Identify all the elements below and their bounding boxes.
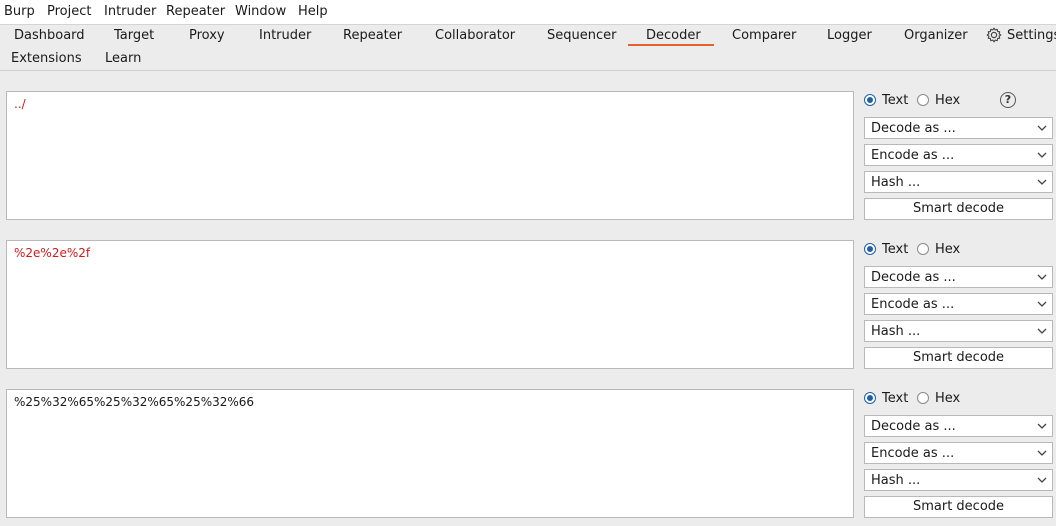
- tab-organizer[interactable]: Organizer: [904, 28, 968, 43]
- chevron-down-icon: [1037, 328, 1047, 334]
- tab-comparer[interactable]: Comparer: [732, 28, 796, 43]
- radio-hex-3[interactable]: [917, 392, 929, 404]
- encode-as-dropdown-1[interactable]: Encode as ...: [864, 144, 1053, 166]
- menu-intruder[interactable]: Intruder: [104, 4, 156, 19]
- radio-text-3[interactable]: [864, 392, 876, 404]
- menu-burp[interactable]: Burp: [4, 4, 35, 19]
- radio-hex-label-3[interactable]: Hex: [935, 391, 960, 406]
- radio-text-1[interactable]: [864, 94, 876, 106]
- radio-hex-label-1[interactable]: Hex: [935, 93, 960, 108]
- decode-as-label-3: Decode as ...: [871, 419, 956, 434]
- menu-help[interactable]: Help: [298, 4, 328, 19]
- encode-as-label-1: Encode as ...: [871, 148, 955, 163]
- decoder-input-1[interactable]: ../: [6, 91, 854, 220]
- radio-text-label-2[interactable]: Text: [882, 242, 908, 257]
- tool-tabs: Dashboard Target Proxy Intruder Repeater…: [0, 25, 1056, 71]
- chevron-down-icon: [1037, 179, 1047, 185]
- hash-dropdown-1[interactable]: Hash ...: [864, 171, 1053, 193]
- encode-as-dropdown-2[interactable]: Encode as ...: [864, 293, 1053, 315]
- tab-settings[interactable]: Settings: [1007, 28, 1056, 43]
- active-tab-indicator: [628, 44, 714, 46]
- tab-decoder[interactable]: Decoder: [646, 28, 701, 43]
- menu-repeater[interactable]: Repeater: [166, 4, 225, 19]
- tab-sequencer[interactable]: Sequencer: [547, 28, 616, 43]
- tab-dashboard[interactable]: Dashboard: [14, 28, 85, 43]
- chevron-down-icon: [1037, 477, 1047, 483]
- chevron-down-icon: [1037, 301, 1047, 307]
- radio-text-label-1[interactable]: Text: [882, 93, 908, 108]
- smart-decode-button-1[interactable]: Smart decode: [864, 198, 1053, 220]
- chevron-down-icon: [1037, 274, 1047, 280]
- tab-intruder[interactable]: Intruder: [259, 28, 311, 43]
- hash-label-1: Hash ...: [871, 175, 921, 190]
- decoder-text-3: %25%32%65%25%32%65%25%32%66: [14, 395, 255, 409]
- chevron-down-icon: [1037, 152, 1047, 158]
- radio-text-label-3[interactable]: Text: [882, 391, 908, 406]
- hash-dropdown-2[interactable]: Hash ...: [864, 320, 1053, 342]
- decoder-text-1: ../: [14, 97, 26, 111]
- decoder-input-2[interactable]: %2e%2e%2f: [6, 240, 854, 369]
- tab-proxy[interactable]: Proxy: [189, 28, 225, 43]
- tab-learn[interactable]: Learn: [105, 51, 141, 66]
- tab-logger[interactable]: Logger: [827, 28, 872, 43]
- decode-as-label-1: Decode as ...: [871, 121, 956, 136]
- encode-as-label-2: Encode as ...: [871, 297, 955, 312]
- tab-repeater[interactable]: Repeater: [343, 28, 402, 43]
- tab-target[interactable]: Target: [114, 28, 154, 43]
- menu-project[interactable]: Project: [47, 4, 91, 19]
- tab-collaborator[interactable]: Collaborator: [435, 28, 515, 43]
- decoder-input-3[interactable]: %25%32%65%25%32%65%25%32%66: [6, 389, 854, 518]
- radio-hex-label-2[interactable]: Hex: [935, 242, 960, 257]
- menu-window[interactable]: Window: [235, 4, 286, 19]
- decode-as-label-2: Decode as ...: [871, 270, 956, 285]
- chevron-down-icon: [1037, 125, 1047, 131]
- decode-as-dropdown-3[interactable]: Decode as ...: [864, 415, 1053, 437]
- help-icon[interactable]: ?: [1000, 92, 1016, 108]
- smart-decode-button-3[interactable]: Smart decode: [864, 496, 1053, 518]
- chevron-down-icon: [1037, 423, 1047, 429]
- radio-hex-1[interactable]: [917, 94, 929, 106]
- gear-icon[interactable]: [986, 27, 1002, 43]
- chevron-down-icon: [1037, 450, 1047, 456]
- menu-bar: Burp Project Intruder Repeater Window He…: [0, 0, 1056, 25]
- decode-as-dropdown-2[interactable]: Decode as ...: [864, 266, 1053, 288]
- hash-label-2: Hash ...: [871, 324, 921, 339]
- decoder-text-2: %2e%2e%2f: [14, 246, 91, 260]
- encode-as-label-3: Encode as ...: [871, 446, 955, 461]
- hash-label-3: Hash ...: [871, 473, 921, 488]
- encode-as-dropdown-3[interactable]: Encode as ...: [864, 442, 1053, 464]
- radio-text-2[interactable]: [864, 243, 876, 255]
- radio-hex-2[interactable]: [917, 243, 929, 255]
- tab-extensions[interactable]: Extensions: [11, 51, 82, 66]
- decode-as-dropdown-1[interactable]: Decode as ...: [864, 117, 1053, 139]
- smart-decode-button-2[interactable]: Smart decode: [864, 347, 1053, 369]
- hash-dropdown-3[interactable]: Hash ...: [864, 469, 1053, 491]
